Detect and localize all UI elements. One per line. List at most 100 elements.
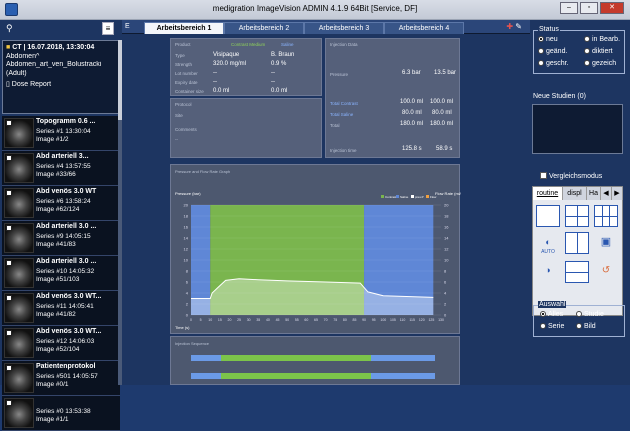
layout-1x1-button[interactable] (536, 205, 560, 227)
add-workspace-icon[interactable]: ✚ (506, 22, 513, 31)
series-thumbnail (4, 118, 34, 148)
injector-row-a: -- (213, 79, 217, 85)
status-option[interactable]: geänd. (538, 48, 567, 55)
chart-legend-swatch (381, 195, 384, 198)
study-desc-3: (Adult) (6, 69, 27, 77)
contrast-icon[interactable]: ◑ (537, 265, 559, 275)
tab-arbeitsbereich-4[interactable]: Arbeitsbereich 4 (384, 22, 464, 34)
tab-arbeitsbereich-2[interactable]: Arbeitsbereich 2 (224, 22, 304, 34)
chart-x-tick: 15 (218, 318, 222, 322)
tab-ha[interactable]: Ha (587, 187, 601, 200)
new-studies-list[interactable] (532, 104, 623, 154)
chart-y2-tick: 2 (444, 302, 447, 307)
series-number: Series #0 13:53:38 (36, 408, 91, 415)
reset-icon[interactable]: ↺ (594, 265, 618, 276)
total-saline-a: 80.0 ml (402, 110, 422, 116)
chart-y2-tick: 12 (444, 247, 449, 252)
series-item[interactable]: Abd arteriell 3... Series #4 13:57:55 Im… (2, 151, 120, 186)
series-checkbox[interactable] (6, 155, 12, 161)
chart-x-tick: 90 (362, 318, 366, 322)
layout-2x2-button[interactable] (565, 205, 589, 227)
maximize-button[interactable]: ▫ (580, 2, 598, 14)
selection-legend: Auswahl (538, 301, 567, 308)
selection-option[interactable]: Serie (540, 323, 564, 330)
series-checkbox[interactable] (6, 295, 12, 301)
phase-bar-saline-3 (191, 373, 221, 379)
total-saline-b: 80.0 ml (432, 110, 452, 116)
series-checkbox[interactable] (6, 330, 12, 336)
layout-3x2-button[interactable] (594, 205, 618, 227)
selection-option[interactable]: Studie (576, 311, 604, 318)
chart-xlabel: Time (s) (175, 325, 190, 330)
status-option[interactable]: in Bearb. (584, 36, 620, 43)
dose-report-link[interactable]: Dose Report (12, 81, 51, 88)
tab-e[interactable]: E (125, 23, 130, 30)
window-level-icon[interactable]: ◐ (537, 237, 559, 247)
injection-data-card: Injection Data Pressure 6.3 bar 13.5 bar… (325, 38, 460, 158)
title-bar: medigration ImageVision ADMIN 4.1.9 64Bi… (0, 0, 630, 20)
phase-bar-saline-2 (371, 355, 435, 361)
series-number: Series #6 13:58:24 (36, 198, 91, 205)
patient-card[interactable]: ■ CT | 16.07.2018, 13:30:04 Abdomen^ Abd… (2, 40, 120, 114)
pin-icon[interactable]: ⚲ (6, 23, 13, 34)
close-button[interactable]: ✕ (600, 2, 624, 14)
main-viewport: Product Contrast Medium Saline Type Visi… (122, 34, 530, 385)
series-checkbox[interactable] (6, 225, 12, 231)
series-item[interactable]: Patientenprotokol Series #501 14:05:57 I… (2, 361, 120, 396)
tab-arbeitsbereich-3[interactable]: Arbeitsbereich 3 (304, 22, 384, 34)
pen-icon[interactable]: ✎ (515, 22, 522, 31)
workspace-tabs: E Arbeitsbereich 1 Arbeitsbereich 2 Arbe… (122, 20, 530, 34)
chart-y-tick: 4 (186, 291, 189, 296)
selection-option[interactable]: Bild (576, 323, 596, 330)
series-number: Series #9 14:05:15 (36, 233, 91, 240)
series-number: Series #4 13:57:55 (36, 163, 91, 170)
radio-icon (538, 60, 544, 66)
status-option[interactable]: diktiert (584, 48, 613, 55)
series-number: Series #12 14:06:03 (36, 338, 95, 345)
series-item[interactable]: Topogramm 0.6 ... Series #1 13:30:04 Ima… (2, 116, 120, 151)
tab-routine[interactable]: routine (533, 187, 563, 200)
save-icon[interactable]: ▣ (594, 235, 618, 248)
series-item[interactable]: Abd arteriell 3.0 ... Series #10 14:05:3… (2, 256, 120, 291)
right-sidebar: Status neu in Bearb. geänd. diktiert geschr.… (530, 20, 630, 385)
chart-x-tick: 130 (438, 318, 444, 322)
minimize-button[interactable]: – (560, 2, 578, 14)
chart-y2-tick: 16 (444, 225, 449, 230)
series-checkbox[interactable] (6, 120, 12, 126)
total-saline-label: Total Saline (330, 112, 354, 117)
injector-row-a: 320.0 mg/ml (213, 61, 247, 67)
status-option[interactable]: gezeich (584, 60, 616, 67)
radio-icon (584, 48, 590, 54)
tab-arbeitsbereich-1[interactable]: Arbeitsbereich 1 (144, 22, 224, 34)
series-item[interactable]: Series #0 13:53:38 Image #1/1 (2, 396, 120, 431)
series-checkbox[interactable] (6, 260, 12, 266)
status-option[interactable]: neu (538, 36, 558, 43)
series-number: Series #1 13:30:04 (36, 128, 91, 135)
chart-x-tick: 30 (247, 318, 251, 322)
chart-x-tick: 35 (256, 318, 260, 322)
series-item[interactable]: Abd arteriell 3.0 ... Series #9 14:05:15… (2, 221, 120, 256)
series-image: Image #1/1 (36, 416, 69, 423)
chart-y-tick: 18 (184, 214, 189, 219)
compare-mode-label: Vergleichsmodus (549, 173, 603, 180)
tab-displ[interactable]: displ (563, 187, 587, 200)
series-item[interactable]: Abd venös 3.0 WT Series #6 13:58:24 Imag… (2, 186, 120, 221)
series-image: Image #33/66 (36, 171, 76, 178)
compare-checkbox[interactable] (540, 172, 547, 179)
series-image: Image #52/104 (36, 346, 80, 353)
series-checkbox[interactable] (6, 365, 12, 371)
series-thumbnail (4, 293, 34, 323)
layout-2x1-button[interactable] (565, 261, 589, 283)
tab-prev-arrow[interactable]: ◀ (601, 187, 612, 200)
compare-mode[interactable]: Vergleichsmodus (540, 172, 602, 180)
series-item[interactable]: Abd venös 3.0 WT... Series #12 14:06:03 … (2, 326, 120, 361)
series-item[interactable]: Abd venös 3.0 WT... Series #11 14:05:41 … (2, 291, 120, 326)
menu-icon[interactable]: ≡ (102, 22, 114, 35)
chart-x-tick: 110 (400, 318, 406, 322)
series-checkbox[interactable] (6, 190, 12, 196)
tab-next-arrow[interactable]: ▶ (612, 187, 623, 200)
selection-option[interactable]: Alles (540, 311, 563, 318)
status-option[interactable]: geschr. (538, 60, 569, 67)
series-checkbox[interactable] (6, 400, 12, 406)
layout-1x2-button[interactable] (565, 232, 589, 254)
